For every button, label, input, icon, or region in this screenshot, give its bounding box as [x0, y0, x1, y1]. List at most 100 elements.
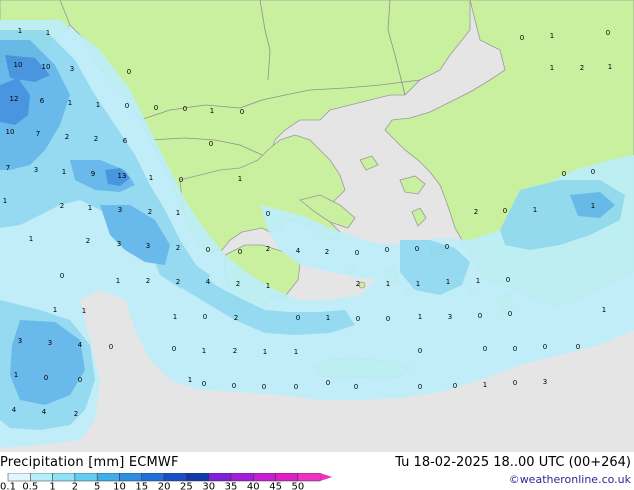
precip-value-label: 0: [386, 315, 390, 323]
precip-value-label: 1: [446, 278, 450, 286]
precip-value-label: 0: [503, 207, 507, 215]
precip-value-label: 1: [294, 348, 298, 356]
precip-value-label: 1: [416, 280, 420, 288]
valid-time: Tu 18-02-2025 18..00 UTC (00+264): [395, 455, 631, 470]
precip-value-label: 0: [453, 382, 457, 390]
legend-swatch: [30, 473, 53, 482]
precip-value-label: 2: [146, 277, 150, 285]
precip-value-label: 2: [176, 278, 180, 286]
precip-value-label: 1: [68, 99, 72, 107]
precip-value-label: 0: [206, 246, 210, 254]
precip-value-label: 0: [294, 383, 298, 391]
precip-value-label: 1: [53, 306, 57, 314]
precip-value-label: 0: [127, 68, 131, 76]
precip-value-label: 1: [238, 175, 242, 183]
precip-value-label: 0: [154, 104, 158, 112]
precip-value-label: 2: [474, 208, 478, 216]
precip-value-label: 0: [203, 313, 207, 321]
precip-value-label: 0: [209, 140, 213, 148]
precip-value-label: 1: [202, 347, 206, 355]
precip-value-label: 1: [14, 371, 18, 379]
legend-swatch: [7, 473, 31, 482]
precip-value-label: 0: [60, 272, 64, 280]
credit-link[interactable]: ©weatheronline.co.uk: [509, 473, 631, 486]
legend-label: 45: [269, 482, 282, 490]
precip-value-label: 1: [326, 314, 330, 322]
precip-value-label: 0: [508, 310, 512, 318]
precip-value-label: 2: [234, 314, 238, 322]
legend-swatch: [275, 473, 299, 482]
precip-value-label: 1: [46, 29, 50, 37]
footer: Precipitation [mm] ECMWF Tu 18-02-2025 1…: [0, 452, 634, 490]
precip-value-label: 2: [94, 135, 98, 143]
precip-value-label: 1: [18, 27, 22, 35]
precip-value-label: 1: [591, 202, 595, 210]
precip-value-label: 0: [562, 170, 566, 178]
precip-value-label: 0: [262, 383, 266, 391]
precip-value-label: 10: [6, 128, 15, 136]
legend-label: 35: [225, 482, 238, 490]
legend-swatch: [253, 473, 276, 482]
precip-value-label: 0: [418, 383, 422, 391]
precip-value-label: 7: [36, 130, 40, 138]
precip-value-label: 0: [576, 343, 580, 351]
precip-value-label: 1: [3, 197, 7, 205]
precip-value-label: 0: [513, 345, 517, 353]
precip-value-label: 3: [448, 313, 452, 321]
precip-value-label: 2: [356, 280, 360, 288]
legend-label: 40: [247, 482, 260, 490]
precip-value-label: 3: [48, 339, 52, 347]
precip-value-label: 1: [173, 313, 177, 321]
precip-value-label: 1: [176, 209, 180, 217]
precip-value-label: 1: [608, 63, 612, 71]
precip-value-label: 6: [40, 97, 45, 105]
precip-value-label: 2: [325, 248, 329, 256]
precip-value-label: 0: [238, 248, 242, 256]
precip-value-label: 4: [12, 406, 17, 414]
precip-value-label: 1: [550, 64, 554, 72]
precip-value-label: 0: [179, 176, 183, 184]
chart-title: Precipitation [mm] ECMWF: [0, 455, 179, 470]
precip-value-label: 1: [29, 235, 33, 243]
precip-value-label: 0: [109, 343, 113, 351]
precip-value-label: 0: [591, 168, 595, 176]
legend-label: 10: [113, 482, 126, 490]
precip-value-label: 0: [356, 315, 360, 323]
precip-value-label: 3: [543, 378, 547, 386]
precip-value-label: 0: [326, 379, 330, 387]
color-legend: 0.1 0.5 1 2 5 10 15 20 25 30 35 40 45 50: [0, 473, 333, 490]
legend-arrow: [320, 473, 333, 481]
precip-value-label: 0: [520, 34, 524, 42]
precip-value-label: 7: [6, 164, 10, 172]
legend-label: 15: [135, 482, 148, 490]
precip-value-label: 2: [86, 237, 90, 245]
legend-swatch: [74, 473, 98, 482]
precip-value-label: 4: [296, 247, 301, 255]
precip-value-label: 0: [543, 343, 547, 351]
precip-value-label: 1: [188, 376, 192, 384]
title-variable: Precipitation [mm]: [0, 455, 125, 470]
precip-value-label: 4: [42, 408, 47, 416]
precip-value-label: 1: [533, 206, 537, 214]
precip-value-label: 0: [355, 249, 359, 257]
precip-value-label: 1: [418, 313, 422, 321]
precip-value-label: 0: [418, 347, 422, 355]
legend-swatch: [119, 473, 143, 482]
precip-value-label: 3: [18, 337, 22, 345]
legend-label: 50: [292, 482, 305, 490]
precip-value-label: 0: [513, 379, 517, 387]
legend-label: 30: [202, 482, 215, 490]
legend-swatch: [230, 473, 254, 482]
legend-swatch: [96, 473, 120, 482]
precip-value-label: 10: [42, 63, 51, 71]
precip-value-label: 0: [506, 276, 510, 284]
precipitation-map: 1 1 10 10 3 0 12 6 1 1 0 0 0 1 0 10 7 2 2 6 7 3 1 9 13 1 0 0 1 1 2 1 3 2 1…: [0, 0, 634, 452]
legend-label: 25: [180, 482, 193, 490]
precip-value-label: 13: [118, 172, 127, 180]
precip-value-label: 0: [125, 102, 129, 110]
precip-value-label: 1: [483, 381, 487, 389]
legend-label: 1: [49, 482, 55, 490]
precip-value-label: 0: [232, 382, 236, 390]
precip-value-label: 2: [176, 244, 180, 252]
legend-swatch: [141, 473, 165, 482]
